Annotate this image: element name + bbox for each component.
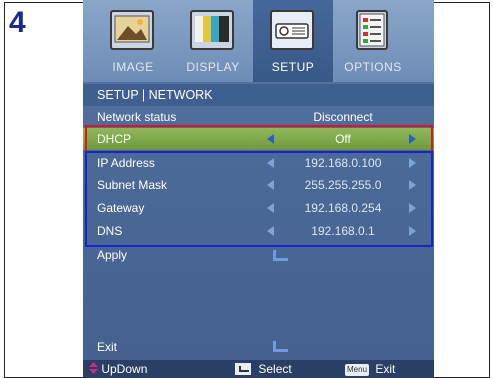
select-hint: Select [235, 360, 292, 378]
tab-setup[interactable]: SETUP [253, 0, 333, 82]
tab-setup-label: SETUP [271, 60, 315, 74]
dhcp-highlight-box [85, 125, 433, 153]
enter-key-icon [235, 363, 251, 375]
exit-label: Exit [375, 362, 396, 376]
updown-label: UpDown [101, 362, 148, 376]
tab-bar: IMAGE DISPLAY SETUP OPTIONS [83, 0, 434, 82]
menu-key-icon: Menu [345, 364, 370, 376]
exit-hint: Menu Exit [345, 360, 395, 378]
tab-image-label: IMAGE [112, 60, 154, 74]
projector-icon [270, 10, 314, 50]
tab-options[interactable]: OPTIONS [333, 0, 413, 82]
menu-title: SETUP | NETWORK [83, 84, 434, 106]
updown-hint: UpDown [89, 360, 147, 378]
enter-icon [273, 250, 288, 261]
row-apply[interactable]: Apply [83, 244, 434, 266]
display-icon [190, 10, 234, 50]
enter-icon [273, 341, 288, 352]
row-exit[interactable]: Exit [83, 336, 434, 358]
tab-display[interactable]: DISPLAY [173, 0, 253, 82]
updown-arrows-icon [89, 362, 98, 374]
network-fields-highlight-box [85, 151, 433, 247]
row-label: Apply [97, 248, 128, 262]
footer-bar: UpDown Select Menu Exit [83, 360, 434, 378]
tab-display-label: DISPLAY [186, 60, 240, 74]
tab-image[interactable]: IMAGE [93, 0, 173, 82]
step-number: 4 [9, 6, 26, 39]
tab-options-label: OPTIONS [344, 60, 402, 74]
row-label: Exit [97, 340, 118, 354]
select-label: Select [258, 362, 292, 376]
options-icon [356, 10, 388, 50]
image-icon [110, 10, 154, 50]
